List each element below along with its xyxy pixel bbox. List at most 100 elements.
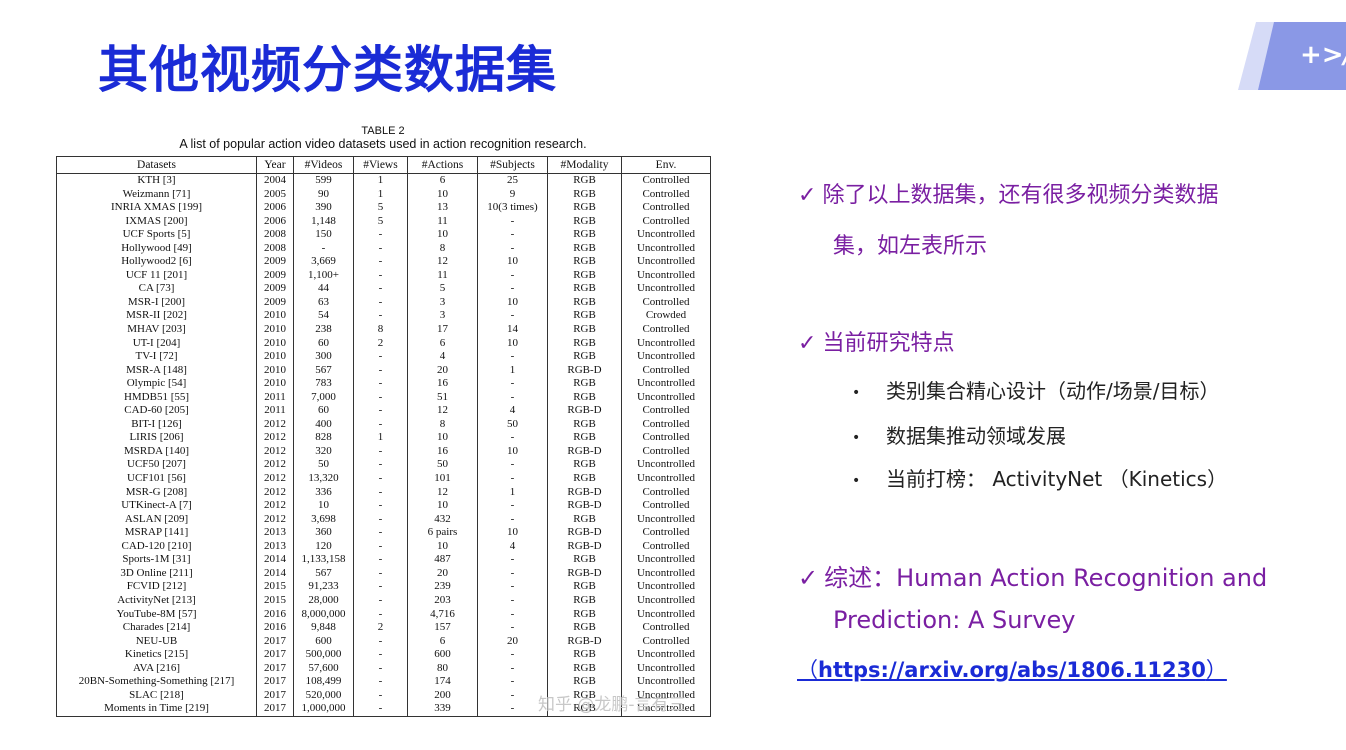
table-cell: 10	[477, 336, 548, 351]
table-cell: -	[477, 593, 548, 608]
link-url[interactable]: https://arxiv.org/abs/1806.11230	[818, 658, 1206, 682]
table-cell: 101	[407, 472, 478, 486]
table-cell: 3,698	[293, 512, 354, 527]
table-cell: 3	[407, 295, 478, 310]
table-cell: 8	[353, 323, 408, 337]
table-cell: -	[353, 634, 408, 649]
table-cell: -	[353, 228, 408, 242]
table-cell: ActivityNet [213]	[56, 593, 257, 608]
table-cell: LIRIS [206]	[56, 431, 257, 445]
table-cell: 12	[407, 404, 478, 418]
table-cell: 10	[293, 499, 354, 513]
check-icon: ✓	[798, 331, 817, 356]
table-row: AVA [216] 2017 57,600-80- RGB Uncontrolled	[56, 661, 711, 676]
bullet-item: • 类别集合精心设计（动作/场景/目标）	[852, 375, 1219, 404]
table-cell: 390	[293, 201, 354, 215]
table-cell: RGB	[547, 241, 622, 256]
table-row: MSR-II [202] 2010 54-3- RGB Crowded	[56, 309, 711, 324]
table-cell: -	[477, 580, 548, 594]
table-cell: 120	[293, 539, 354, 554]
table-cell: RGB	[547, 648, 622, 662]
table-cell: 50	[407, 458, 478, 473]
table-cell: 10	[477, 444, 548, 459]
table-cell: -	[477, 566, 548, 581]
table-cell: RGB	[547, 675, 622, 689]
table-cell: 828	[293, 431, 354, 445]
table-cell: -	[353, 309, 408, 324]
table-cell: 2012	[256, 431, 294, 445]
table-cell: RGB	[547, 201, 622, 215]
table-cell: 8,000,000	[293, 607, 354, 622]
table-cell: RGB	[547, 268, 622, 283]
table-cell: 2017	[256, 661, 294, 676]
table-cell: -	[477, 499, 548, 513]
table-cell: RGB-D	[547, 444, 622, 459]
table-cell: -	[353, 566, 408, 581]
table-cell: -	[477, 621, 548, 635]
point-3-line1: 综述：Human Action Recognition and	[824, 564, 1268, 592]
table-row: CAD-60 [205] 2011 60-12 4 RGB-D Controlled	[56, 404, 711, 418]
table-cell: -	[353, 390, 408, 405]
table-cell: Weizmann [71]	[56, 187, 257, 202]
table-cell: 2012	[256, 472, 294, 486]
table-cell: Uncontrolled	[621, 593, 711, 608]
table-cell: -	[477, 675, 548, 689]
table-cell: 108,499	[293, 675, 354, 689]
table-cell: 2013	[256, 526, 294, 540]
column-header: #Subjects	[477, 156, 548, 174]
table-cell: 10	[407, 187, 478, 202]
table-cell: -	[477, 688, 548, 703]
table-cell: 54	[293, 309, 354, 324]
table-row: MSR-I [200] 2009 63-3 10 RGB Controlled	[56, 295, 711, 310]
table-cell: RGB-D	[547, 539, 622, 554]
table-row: Olympic [54] 2010 783-16- RGB Uncontrolled	[56, 377, 711, 391]
table-cell: MHAV [203]	[56, 323, 257, 337]
table-cell: -	[353, 688, 408, 703]
table-cell: FCVID [212]	[56, 580, 257, 594]
table-cell: 5	[407, 282, 478, 296]
table-cell: 2010	[256, 363, 294, 378]
table-cell: 60	[293, 336, 354, 351]
table-row: 3D Online [211] 2014 567-20- RGB-D Uncontrol…	[56, 566, 711, 581]
table-cell: Uncontrolled	[621, 268, 711, 283]
table-row: IXMAS [200] 2006 1,148 5 11- RGB Controlled	[56, 214, 711, 229]
table-cell: Controlled	[621, 201, 711, 215]
table-row: Weizmann [71] 2005 90 1 10 9 RGB Controlled	[56, 187, 711, 202]
table-cell: Controlled	[621, 444, 711, 459]
bullet-text: 当前打榜： ActivityNet （Kinetics）	[886, 467, 1228, 491]
table-cell: 2010	[256, 336, 294, 351]
table-cell: 2010	[256, 377, 294, 391]
table-cell: 2008	[256, 228, 294, 242]
table-row: Hollywood2 [6] 2009 3,669-12 10 RGB Uncontrol…	[56, 255, 711, 269]
table-cell: 17	[407, 323, 478, 337]
table-cell: 2012	[256, 499, 294, 513]
slide-title: 其他视频分类数据集	[98, 41, 557, 99]
table-cell: Moments in Time [219]	[56, 702, 257, 717]
table-cell: 16	[407, 377, 478, 391]
table-cell: 10	[407, 228, 478, 242]
table-cell: 60	[293, 404, 354, 418]
table-cell: 50	[293, 458, 354, 473]
check-icon: ✓	[798, 564, 819, 592]
table-cell: -	[353, 444, 408, 459]
table-cell: Charades [214]	[56, 621, 257, 635]
table-cell: 2014	[256, 553, 294, 567]
table-cell: Uncontrolled	[621, 377, 711, 391]
table-cell: 567	[293, 566, 354, 581]
table-cell: RGB	[547, 255, 622, 269]
table-row: CAD-120 [210] 2013 120-10 4 RGB-D Controlled	[56, 539, 711, 554]
table-cell: Uncontrolled	[621, 458, 711, 473]
table-body: KTH [3] 2004 599 1 6 25 RGB Controlled Weizmann …	[56, 173, 711, 717]
table-cell: 1	[353, 431, 408, 445]
table-cell: 3,669	[293, 255, 354, 269]
table-cell: RGB-D	[547, 566, 622, 581]
survey-link[interactable]: （https://arxiv.org/abs/1806.11230）	[797, 654, 1227, 684]
table-cell: RGB	[547, 295, 622, 310]
table-cell: Controlled	[621, 417, 711, 432]
table-cell: 1	[353, 173, 408, 188]
table-cell: Uncontrolled	[621, 553, 711, 567]
table-cell: 2012	[256, 512, 294, 527]
table-cell: IXMAS [200]	[56, 214, 257, 229]
table-cell: 500,000	[293, 648, 354, 662]
table-cell: Uncontrolled	[621, 472, 711, 486]
